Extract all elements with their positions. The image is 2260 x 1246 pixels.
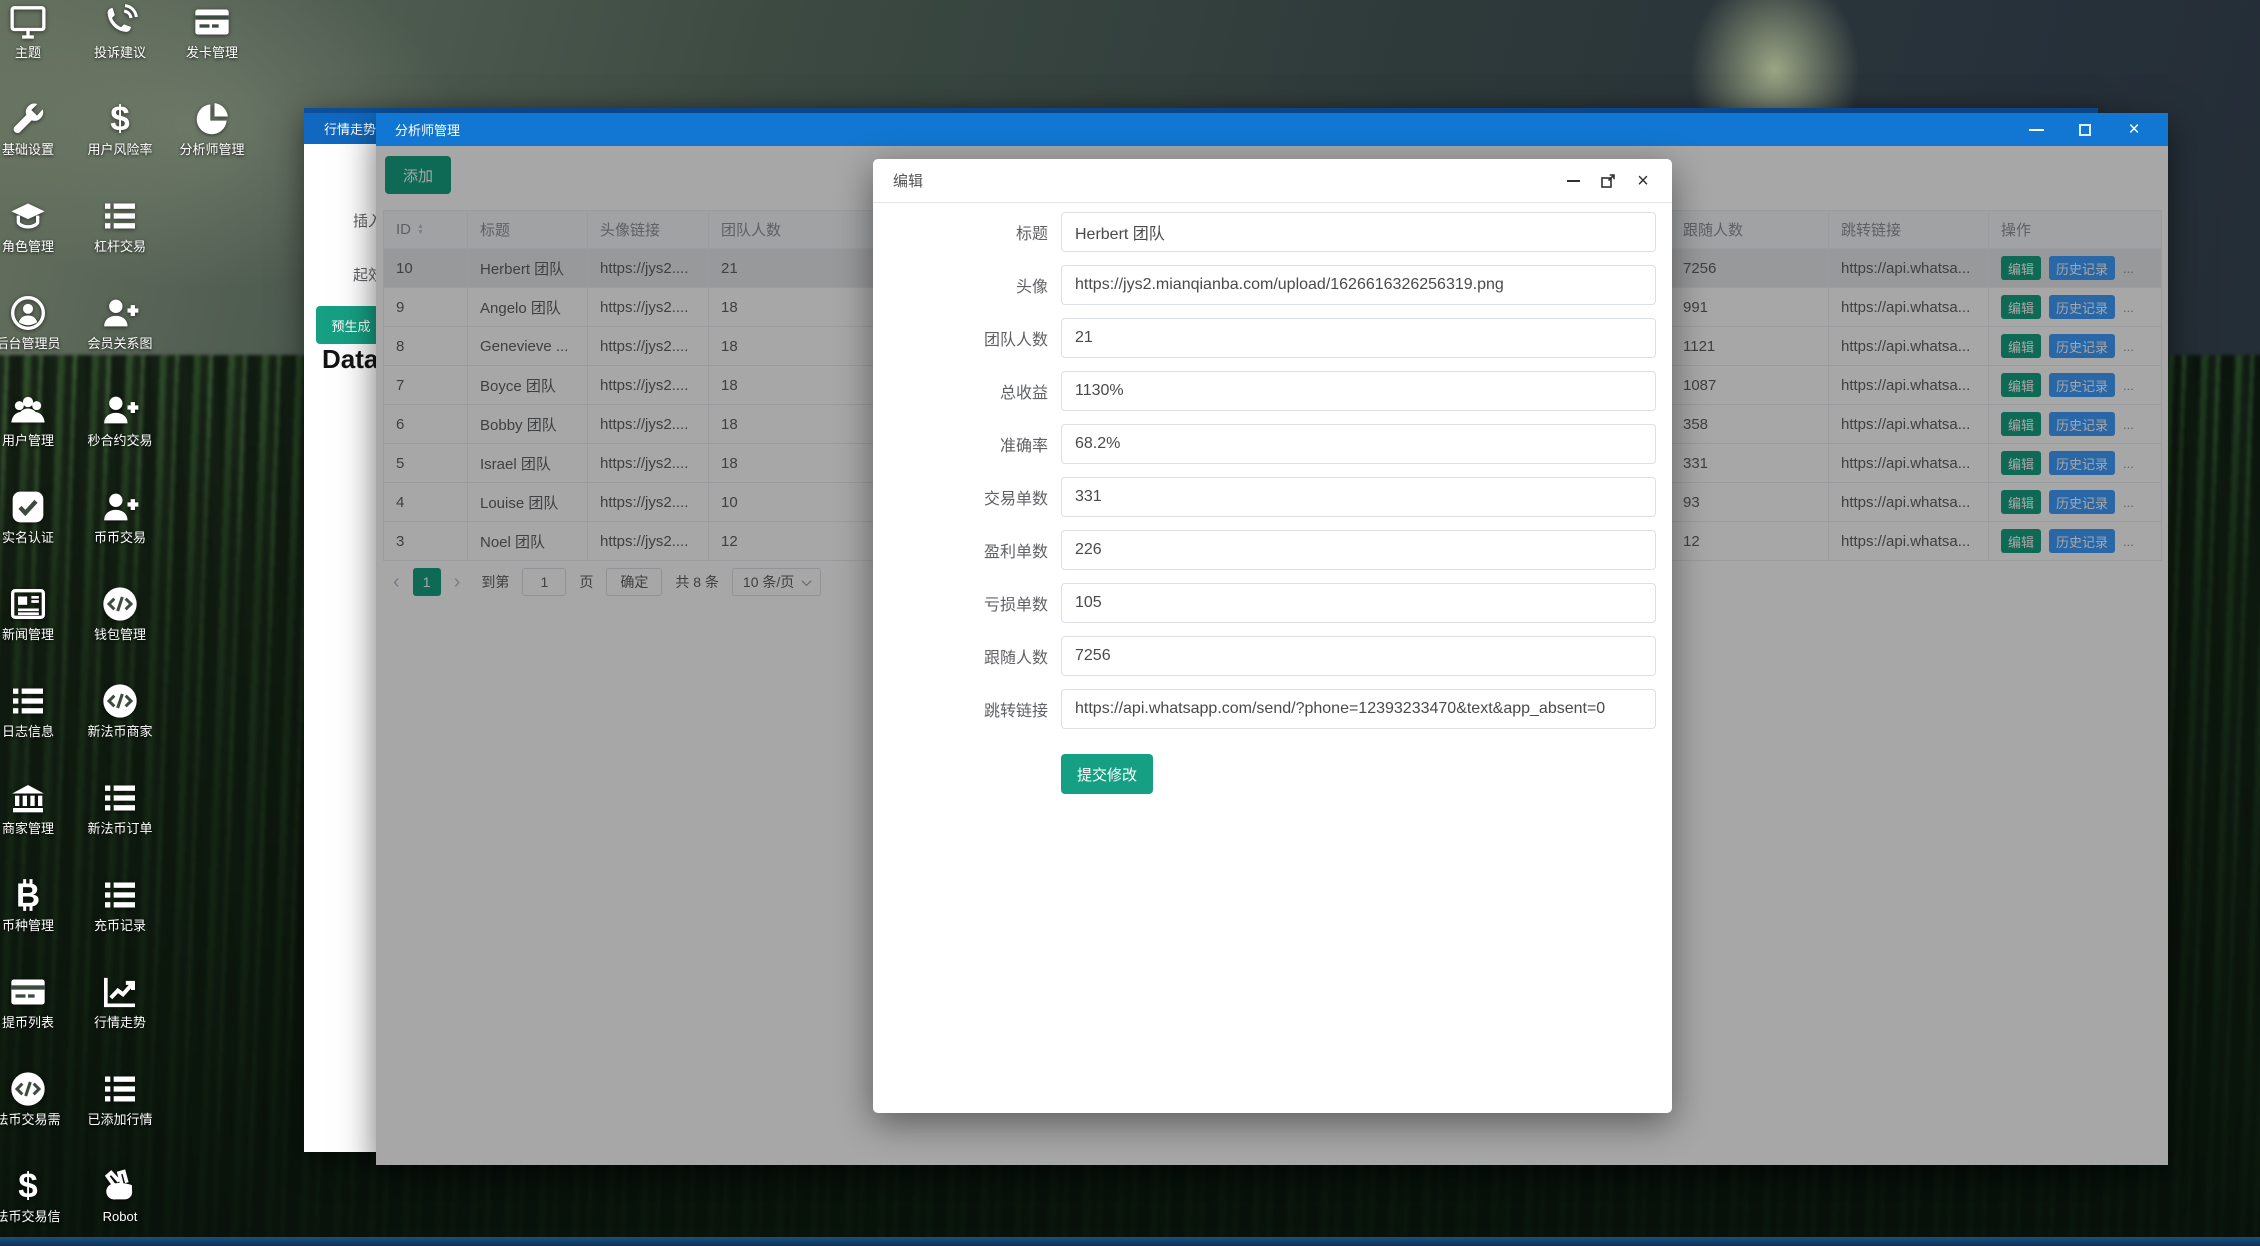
- field-input[interactable]: [1061, 689, 1656, 729]
- form-row: 盈利单数: [873, 530, 1672, 570]
- field-label: 跟随人数: [873, 644, 1061, 668]
- desktop-icon-label: Robot: [68, 1209, 172, 1224]
- field-label: 标题: [873, 220, 1061, 244]
- field-input[interactable]: [1061, 318, 1656, 358]
- dialog-minimize-button[interactable]: [1564, 172, 1582, 190]
- desktop-icon-label: 发卡管理: [160, 45, 264, 60]
- svg-text:$: $: [110, 100, 129, 139]
- form-row: 头像: [873, 265, 1672, 305]
- field-input[interactable]: [1061, 583, 1656, 623]
- field-label: 跳转链接: [873, 697, 1061, 721]
- wallet-management-icon[interactable]: 钱包管理: [68, 584, 172, 642]
- minimize-button[interactable]: [2027, 121, 2045, 139]
- minimize-icon: [1567, 180, 1580, 182]
- desktop-icon-label: 投诉建议: [68, 45, 172, 60]
- card-issuing-icon[interactable]: 发卡管理: [160, 2, 264, 60]
- front-window-title: 分析师管理: [395, 120, 460, 139]
- maximize-button[interactable]: [2076, 121, 2094, 139]
- form-row: 团队人数: [873, 318, 1672, 358]
- desktop-icon-label: 已添加行情: [68, 1112, 172, 1127]
- form-row: 跟随人数: [873, 636, 1672, 676]
- expand-icon: [1600, 173, 1616, 189]
- added-markets-icon[interactable]: 已添加行情: [68, 1069, 172, 1127]
- field-input[interactable]: [1061, 530, 1656, 570]
- field-input[interactable]: [1061, 636, 1656, 676]
- desktop-icon-label: 会员关系图: [68, 336, 172, 351]
- desktop-icon-label: 行情走势: [68, 1015, 172, 1030]
- minimize-icon: [2029, 129, 2044, 131]
- desktop-icon-label: 充币记录: [68, 918, 172, 933]
- coin-coin-trading-icon[interactable]: 币币交易: [68, 487, 172, 545]
- desktop-icon-label: 新法币商家: [68, 724, 172, 739]
- svg-text:B: B: [16, 878, 40, 915]
- front-window-titlebar[interactable]: 分析师管理 ×: [376, 113, 2168, 146]
- new-fiat-merchant-icon[interactable]: 新法币商家: [68, 681, 172, 739]
- field-label: 团队人数: [873, 326, 1061, 350]
- field-label: 头像: [873, 273, 1061, 297]
- submit-changes-button[interactable]: 提交修改: [1061, 754, 1153, 794]
- form-row: 准确率: [873, 424, 1672, 464]
- desktop-icon-label: 钱包管理: [68, 627, 172, 642]
- robot-icon[interactable]: Robot: [68, 1166, 172, 1224]
- desktop: 主题投诉建议发卡管理基础设置$用户风险率分析师管理角色管理杠杆交易后台管理员会员…: [0, 0, 2260, 1246]
- field-input[interactable]: [1061, 371, 1656, 411]
- form-row: 亏损单数: [873, 583, 1672, 623]
- edit-dialog-title: 编辑: [893, 170, 923, 191]
- member-graph-icon[interactable]: 会员关系图: [68, 293, 172, 351]
- form-row: 总收益: [873, 371, 1672, 411]
- field-input[interactable]: [1061, 265, 1656, 305]
- user-risk-rate-icon[interactable]: $ 用户风险率: [68, 99, 172, 157]
- maximize-icon: [2079, 124, 2091, 136]
- new-fiat-orders-icon[interactable]: 新法币订单: [68, 778, 172, 836]
- back-window-title: 行情走势: [324, 119, 376, 138]
- taskbar[interactable]: [0, 1237, 2260, 1246]
- edit-dialog: 编辑 × 标题头像团队人数总收益准确率交易单数盈利单数亏损单数跟随人数跳转链接提…: [873, 159, 1672, 1113]
- complaint-suggest-icon[interactable]: 投诉建议: [68, 2, 172, 60]
- field-label: 亏损单数: [873, 591, 1061, 615]
- second-contract-trading-icon[interactable]: 秒合约交易: [68, 390, 172, 448]
- desktop-icon-label: 币币交易: [68, 530, 172, 545]
- dialog-expand-button[interactable]: [1599, 172, 1617, 190]
- leverage-trading-icon[interactable]: 杠杆交易: [68, 196, 172, 254]
- svg-text:$: $: [18, 1167, 37, 1206]
- market-trend-icon[interactable]: 行情走势: [68, 972, 172, 1030]
- edit-dialog-titlebar[interactable]: 编辑 ×: [873, 159, 1672, 203]
- field-input[interactable]: [1061, 424, 1656, 464]
- dialog-close-button[interactable]: ×: [1634, 172, 1652, 190]
- edit-form: 标题头像团队人数总收益准确率交易单数盈利单数亏损单数跟随人数跳转链接提交修改: [873, 203, 1672, 794]
- field-label: 准确率: [873, 432, 1061, 456]
- desktop-icon-label: 分析师管理: [160, 142, 264, 157]
- close-icon: ×: [2128, 121, 2139, 139]
- field-input[interactable]: [1061, 477, 1656, 517]
- desktop-icon-label: 杠杆交易: [68, 239, 172, 254]
- close-button[interactable]: ×: [2125, 121, 2143, 139]
- field-label: 总收益: [873, 379, 1061, 403]
- analyst-management-icon[interactable]: 分析师管理: [160, 99, 264, 157]
- desktop-icon-label: 秒合约交易: [68, 433, 172, 448]
- deposit-records-icon[interactable]: 充币记录: [68, 875, 172, 933]
- form-row: 交易单数: [873, 477, 1672, 517]
- close-icon: ×: [1637, 172, 1649, 190]
- desktop-icon-label: 用户风险率: [68, 142, 172, 157]
- field-label: 交易单数: [873, 485, 1061, 509]
- field-input[interactable]: [1061, 212, 1656, 252]
- desktop-icon-label: 新法币订单: [68, 821, 172, 836]
- field-label: 盈利单数: [873, 538, 1061, 562]
- form-row: 跳转链接: [873, 689, 1672, 729]
- form-row: 标题: [873, 212, 1672, 252]
